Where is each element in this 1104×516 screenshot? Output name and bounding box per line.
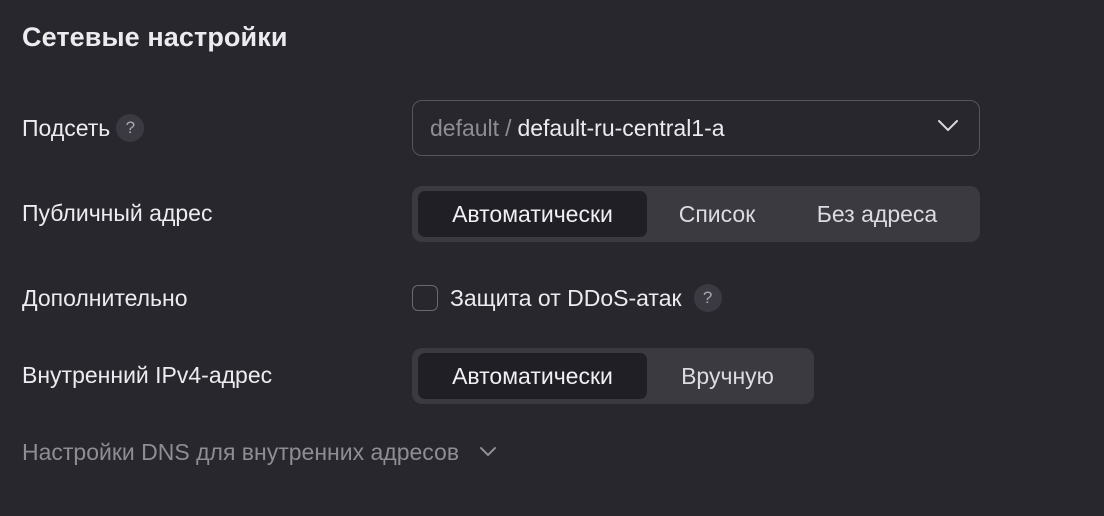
- public-address-option-list[interactable]: Список: [647, 191, 787, 237]
- additional-row-label: Дополнительно: [22, 278, 188, 318]
- subnet-select[interactable]: default / default-ru-central1-a: [412, 100, 980, 156]
- public-address-option-none[interactable]: Без адреса: [787, 191, 967, 237]
- ddos-help-icon[interactable]: ?: [693, 284, 722, 312]
- ddos-protection-label[interactable]: Защита от DDoS-атак: [450, 285, 682, 312]
- public-address-option-auto[interactable]: Автоматически: [418, 191, 647, 237]
- subnet-separator: /: [505, 114, 512, 141]
- internal-ipv4-segmented-control: Автоматически Вручную: [412, 348, 814, 404]
- internal-ipv4-label: Внутренний IPv4-адрес: [22, 361, 273, 388]
- public-address-segmented-control: Автоматически Список Без адреса: [412, 186, 980, 242]
- dns-settings-label: Настройки DNS для внутренних адресов: [22, 438, 460, 465]
- additional-label: Дополнительно: [22, 284, 188, 311]
- internal-ipv4-option-manual[interactable]: Вручную: [647, 353, 808, 399]
- subnet-value: default-ru-central1-a: [517, 114, 725, 141]
- chevron-down-icon: [938, 120, 958, 131]
- dns-settings-expander[interactable]: Настройки DNS для внутренних адресов: [22, 432, 497, 472]
- chevron-down-icon: [480, 447, 497, 456]
- internal-ipv4-option-auto[interactable]: Автоматически: [418, 353, 647, 399]
- ddos-protection-checkbox[interactable]: [412, 285, 438, 311]
- subnet-help-icon[interactable]: ?: [116, 114, 145, 142]
- subnet-label: Подсеть: [22, 114, 111, 141]
- subnet-row-label: Подсеть ?: [22, 108, 145, 148]
- section-title: Сетевые настройки: [22, 22, 288, 52]
- public-address-label: Публичный адрес: [22, 199, 213, 226]
- ddos-protection-option: Защита от DDoS-атак ?: [412, 278, 722, 318]
- network-settings-panel: Сетевые настройки Подсеть ? default / de…: [0, 0, 1104, 516]
- subnet-folder: default: [430, 114, 500, 141]
- public-address-row-label: Публичный адрес: [22, 193, 212, 233]
- internal-ipv4-row-label: Внутренний IPv4-адрес: [22, 355, 272, 395]
